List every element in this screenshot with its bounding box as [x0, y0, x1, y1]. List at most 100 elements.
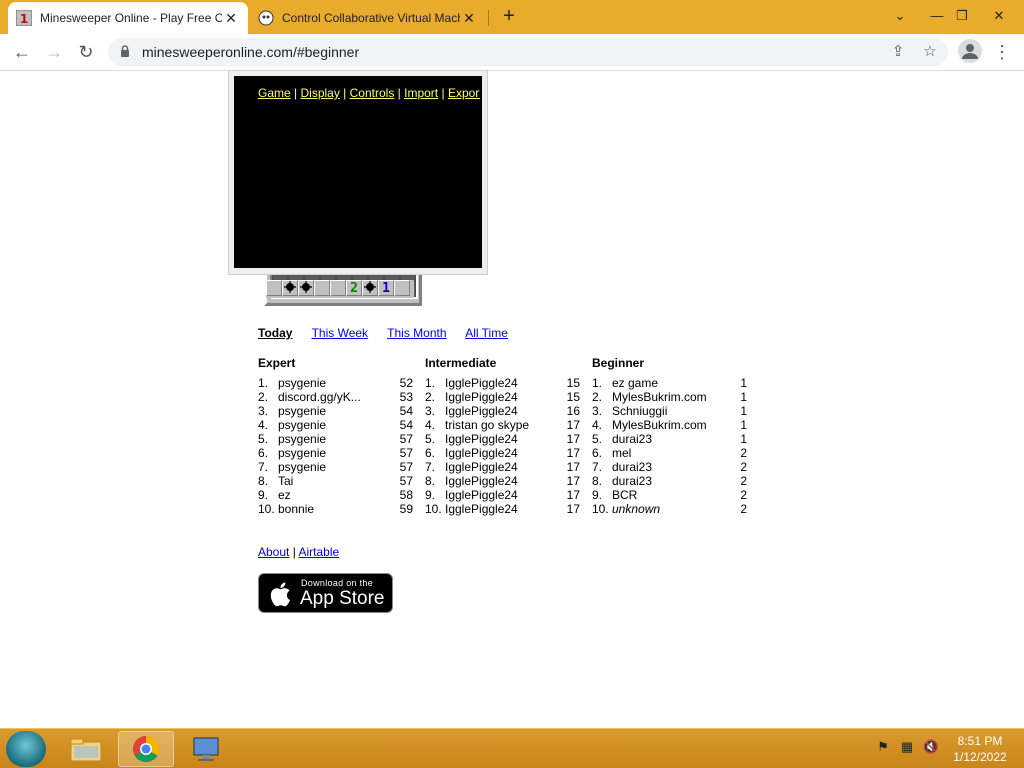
url-text: minesweeperonline.com/#beginner [142, 44, 360, 60]
close-window-button[interactable]: ✕ [982, 0, 1016, 32]
mine-cell[interactable]: 1 [378, 280, 394, 296]
rank: 2. [258, 390, 269, 404]
player-name: MylesBukrim.com [612, 418, 707, 432]
score-time: 15 [566, 376, 580, 390]
chrome-taskbar-icon[interactable] [118, 731, 174, 767]
leaderboard-row: 2. IgglePiggle24 15 [425, 390, 595, 404]
mine-cell-bomb[interactable] [298, 280, 314, 296]
leaderboard-heading: Intermediate [425, 356, 497, 370]
menu-import[interactable]: Import [404, 86, 438, 100]
close-tab-icon[interactable]: ✕ [222, 10, 240, 27]
menu-display[interactable]: Display [300, 86, 339, 100]
mine-cell[interactable] [394, 280, 410, 296]
score-time: 2 [740, 446, 747, 460]
app-store-title: App Store [300, 588, 385, 609]
score-time: 17 [566, 474, 580, 488]
profile-avatar-icon[interactable] [958, 39, 982, 63]
rank: 5. [258, 432, 269, 446]
new-tab-button[interactable]: + [498, 6, 520, 28]
rank: 10. [425, 502, 442, 516]
rank: 6. [592, 446, 603, 460]
score-time: 1 [740, 376, 747, 390]
action-center-flag-icon[interactable]: ⚑ [874, 739, 892, 757]
remote-desktop-icon[interactable] [178, 731, 234, 767]
rank: 5. [592, 432, 603, 446]
browser-menu-icon[interactable]: ⋮ [990, 38, 1014, 66]
score-time: 2 [740, 488, 747, 502]
player-name: durai23 [612, 474, 653, 488]
rank: 9. [592, 488, 603, 502]
mine-cell-bomb[interactable] [282, 280, 298, 296]
reload-icon[interactable]: ↻ [72, 38, 100, 66]
back-arrow-icon[interactable]: ← [8, 38, 36, 66]
period-all-time[interactable]: All Time [465, 326, 508, 340]
leaderboard-row: 4. tristan go skype 17 [425, 418, 595, 432]
menu-controls[interactable]: Controls [350, 86, 395, 100]
period-this-week[interactable]: This Week [312, 326, 368, 340]
tab-title: Control Collaborative Virtual Machine [282, 11, 460, 25]
player-name: IgglePiggle24 [445, 446, 518, 460]
score-time: 57 [399, 460, 413, 474]
score-time: 17 [566, 446, 580, 460]
about-link[interactable]: About [258, 545, 289, 559]
close-tab-icon[interactable]: ✕ [460, 10, 478, 27]
rank: 3. [592, 404, 603, 418]
game-overlay [228, 70, 488, 275]
network-icon[interactable]: ▦ [898, 739, 916, 757]
player-name: ez [278, 488, 291, 502]
tab-separator [488, 10, 489, 26]
mine-cell[interactable] [314, 280, 330, 296]
mine-cell[interactable] [266, 280, 282, 296]
leaderboard-row: 7. IgglePiggle24 17 [425, 460, 595, 474]
leaderboard-intermediate: Intermediate 1. IgglePiggle24 15 2. IgglePigg… [425, 356, 595, 516]
rank: 8. [258, 474, 269, 488]
mine-cell[interactable]: 2 [346, 280, 362, 296]
mine-cell-bomb[interactable] [362, 280, 378, 296]
period-this-month[interactable]: This Month [387, 326, 446, 340]
grid-bottom-row[interactable]: 21 [266, 280, 414, 298]
leaderboard-row: 9. ez 58 [258, 488, 428, 502]
score-time: 58 [399, 488, 413, 502]
player-name: durai23 [612, 460, 653, 474]
leaderboard-row: 7. psygenie 57 [258, 460, 428, 474]
airtable-link[interactable]: Airtable [298, 545, 339, 559]
player-name: Schniuggii [612, 404, 668, 418]
volume-muted-icon[interactable]: 🔇 [922, 739, 940, 757]
leaderboard-row: 9. BCR 2 [592, 488, 762, 502]
score-time: 53 [399, 390, 413, 404]
restore-button[interactable]: ❐ [945, 0, 979, 32]
system-clock[interactable]: 8:51 PM 1/12/2022 [940, 733, 1020, 765]
tab-search-icon[interactable]: ⌄ [883, 0, 917, 32]
tab-minesweeper[interactable]: 1 Minesweeper Online - Play Free Online … [8, 2, 248, 34]
bookmark-star-icon[interactable]: ☆ [918, 40, 942, 64]
score-time: 57 [399, 446, 413, 460]
player-name: Tai [278, 474, 294, 488]
taskbar: ⚑ ▦ 🔇 8:51 PM 1/12/2022 [0, 728, 1024, 768]
lock-icon [121, 45, 129, 57]
rank: 1. [425, 376, 436, 390]
forward-arrow-icon[interactable]: → [40, 38, 68, 66]
menu-game[interactable]: Game [258, 86, 291, 100]
tab-virtual-machine[interactable]: Control Collaborative Virtual Machine ✕ [250, 2, 486, 34]
menu-export[interactable]: Export [448, 86, 480, 100]
app-store-subtitle: Download on the [301, 578, 374, 588]
rank: 2. [592, 390, 603, 404]
player-name: IgglePiggle24 [445, 460, 518, 474]
leaderboard-heading: Beginner [592, 356, 645, 370]
clock-date: 1/12/2022 [953, 750, 1007, 764]
leaderboard-beginner: Beginner 1. ez game 1 2. MylesBukrim.com 1 3. Sc… [592, 356, 762, 516]
score-time: 1 [740, 418, 747, 432]
share-icon[interactable]: ⇪ [886, 40, 910, 64]
leaderboard-row: 3. Schniuggii 1 [592, 404, 762, 418]
mine-cell[interactable] [330, 280, 346, 296]
address-bar[interactable]: minesweeperonline.com/#beginner ⇪ ☆ [108, 38, 948, 66]
file-explorer-icon[interactable] [58, 731, 114, 767]
score-time: 2 [740, 502, 747, 516]
score-time: 1 [740, 404, 747, 418]
rank: 10. [592, 502, 609, 516]
period-today[interactable]: Today [258, 326, 292, 340]
rank: 1. [258, 376, 269, 390]
start-button[interactable] [6, 731, 46, 767]
apple-logo-icon [270, 582, 290, 607]
app-store-badge[interactable]: Download on the App Store [258, 573, 393, 613]
